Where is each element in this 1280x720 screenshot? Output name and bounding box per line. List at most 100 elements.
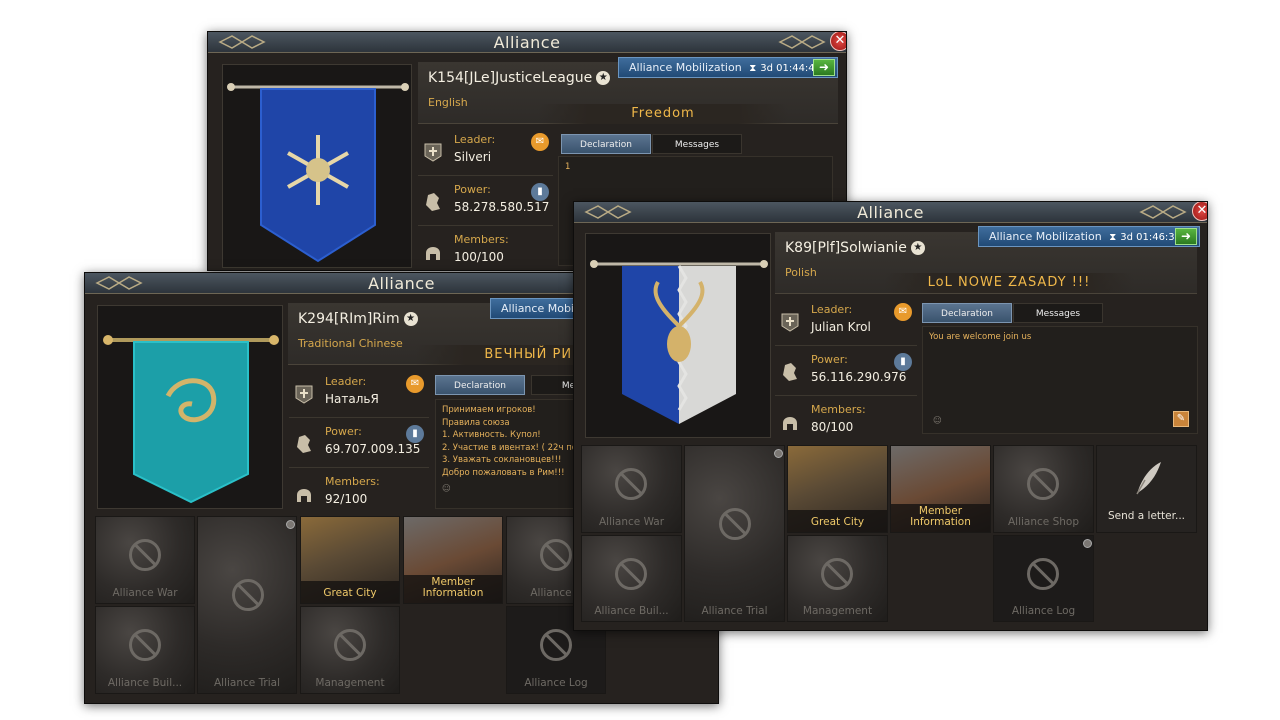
close-icon[interactable]: ✕ bbox=[830, 32, 846, 51]
no-entry-icon bbox=[540, 539, 572, 571]
tile-alliance-trial[interactable]: Alliance Trial bbox=[197, 516, 297, 694]
no-entry-icon bbox=[232, 579, 264, 611]
alliance-name: K154[JLe]JusticeLeague ★ bbox=[428, 70, 611, 86]
tile-label: Alliance War bbox=[598, 516, 665, 528]
no-entry-icon bbox=[1027, 558, 1059, 590]
tile-label: Great City bbox=[323, 587, 377, 599]
no-entry-icon bbox=[129, 629, 161, 661]
tile-alliance-trial[interactable]: Alliance Trial bbox=[684, 445, 785, 622]
leader-icon bbox=[295, 385, 313, 404]
tile-label: Management bbox=[802, 605, 873, 617]
tile-label: Alliance Log bbox=[1011, 605, 1076, 617]
edit-icon[interactable]: ✎ bbox=[1173, 411, 1189, 427]
power-stat: Power: 56.116.290.976 ▮ bbox=[775, 347, 917, 395]
tile-label: Great City bbox=[810, 516, 865, 528]
tile-great-city[interactable]: Great City bbox=[300, 516, 400, 604]
tile-member-information[interactable]: Member Information bbox=[403, 516, 503, 604]
no-entry-icon bbox=[334, 629, 366, 661]
notification-dot bbox=[774, 449, 783, 458]
quill-icon bbox=[1136, 462, 1161, 495]
emoji-icon[interactable]: ☺ bbox=[933, 415, 942, 428]
tile-great-city[interactable]: Great City bbox=[787, 445, 888, 533]
no-entry-icon bbox=[719, 508, 751, 540]
chart-icon[interactable]: ▮ bbox=[406, 425, 424, 443]
tab-declaration[interactable]: Declaration bbox=[561, 134, 651, 154]
tile-alliance-building[interactable]: Alliance Buil... bbox=[581, 535, 682, 622]
tile-alliance-war[interactable]: Alliance War bbox=[581, 445, 682, 533]
tile-management[interactable]: Management bbox=[300, 606, 400, 694]
tile-send-letter[interactable]: Send a letter... bbox=[1096, 445, 1197, 533]
alliance-language: Traditional Chinese bbox=[298, 337, 403, 350]
no-entry-icon bbox=[615, 558, 647, 590]
hourglass-icon: ⧗ bbox=[1109, 232, 1117, 243]
mail-icon[interactable]: ✉ bbox=[406, 375, 424, 393]
ornament-icon bbox=[95, 276, 143, 290]
info-tabs: Declaration Messages bbox=[561, 134, 746, 154]
tab-declaration[interactable]: Declaration bbox=[435, 375, 525, 395]
alliance-slogan: LoL NOWE ZASADY !!! bbox=[884, 273, 1134, 293]
declaration-line: 1 bbox=[565, 162, 571, 172]
alliance-slogan: Freedom bbox=[538, 104, 788, 124]
tile-management[interactable]: Management bbox=[787, 535, 888, 622]
no-entry-icon bbox=[615, 468, 647, 500]
power-icon bbox=[783, 363, 797, 381]
ornament-icon bbox=[584, 205, 632, 219]
tab-messages[interactable]: Messages bbox=[652, 134, 742, 154]
alliance-banner bbox=[97, 305, 283, 509]
no-entry-icon bbox=[129, 539, 161, 571]
leader-value: Silveri bbox=[454, 150, 492, 164]
divider bbox=[775, 345, 917, 346]
tile-alliance-shop[interactable]: Alliance Shop bbox=[993, 445, 1094, 533]
leader-stat: Leader: НатальЯ ✉ bbox=[289, 369, 429, 417]
ornament-icon bbox=[778, 35, 826, 49]
tile-member-information[interactable]: Member Information bbox=[890, 445, 991, 533]
power-stat: Power: 69.707.009.135 ▮ bbox=[289, 419, 429, 467]
power-icon bbox=[297, 435, 311, 453]
info-tabs: Declaration Messages bbox=[922, 303, 1107, 323]
leader-label: Leader: bbox=[454, 133, 496, 146]
power-value: 69.707.009.135 bbox=[325, 442, 421, 456]
arrow-right-icon[interactable]: ➜ bbox=[813, 59, 835, 76]
chart-icon[interactable]: ▮ bbox=[531, 183, 549, 201]
members-icon bbox=[426, 247, 440, 260]
ornament-icon bbox=[218, 35, 266, 49]
tab-declaration[interactable]: Declaration bbox=[922, 303, 1012, 323]
window-title: Alliance bbox=[493, 33, 561, 52]
leader-stat: Leader: Silveri ✉ bbox=[418, 127, 553, 175]
dragon-banner-icon bbox=[103, 335, 279, 504]
power-value: 58.278.580.517 bbox=[454, 200, 550, 214]
no-entry-icon bbox=[1027, 468, 1059, 500]
mail-icon[interactable]: ✉ bbox=[894, 303, 912, 321]
tile-label: Alliance War bbox=[112, 587, 178, 599]
tile-label: Management bbox=[315, 677, 385, 689]
star-icon[interactable]: ★ bbox=[910, 241, 925, 255]
close-icon[interactable]: ✕ bbox=[1192, 202, 1207, 221]
mail-icon[interactable]: ✉ bbox=[531, 133, 549, 151]
tab-messages[interactable]: Messages bbox=[1013, 303, 1103, 323]
divider bbox=[289, 417, 429, 418]
star-icon[interactable]: ★ bbox=[403, 312, 418, 326]
members-label: Members: bbox=[325, 475, 380, 488]
tile-alliance-war[interactable]: Alliance War bbox=[95, 516, 195, 604]
arrow-right-icon[interactable]: ➜ bbox=[1175, 228, 1197, 245]
alliance-mobilization-banner[interactable]: Alliance Mobilization ⧗ 3d 01:44:47 ➜ bbox=[618, 57, 838, 78]
alliance-banner bbox=[222, 64, 412, 268]
leader-icon bbox=[781, 313, 799, 332]
leader-value: НатальЯ bbox=[325, 392, 379, 406]
tile-alliance-building[interactable]: Alliance Buil... bbox=[95, 606, 195, 694]
star-icon[interactable]: ★ bbox=[596, 71, 611, 85]
ornament-icon bbox=[1139, 205, 1187, 219]
notification-dot bbox=[286, 520, 295, 529]
members-label: Members: bbox=[454, 233, 509, 246]
tile-alliance-log[interactable]: Alliance Log bbox=[993, 535, 1094, 622]
tile-label: Alliance Buil... bbox=[107, 677, 183, 689]
members-icon bbox=[783, 417, 797, 430]
mobilization-timer: 3d 01:46:31 bbox=[1120, 232, 1182, 243]
alliance-language: English bbox=[428, 96, 468, 109]
no-entry-icon bbox=[821, 558, 853, 590]
chart-icon[interactable]: ▮ bbox=[894, 353, 912, 371]
leader-label: Leader: bbox=[811, 303, 853, 316]
power-stat: Power: 58.278.580.517 ▮ bbox=[418, 177, 553, 225]
alliance-mobilization-banner[interactable]: Alliance Mobilization ⧗ 3d 01:46:31 ➜ bbox=[978, 226, 1200, 247]
leader-value: Julian Krol bbox=[811, 320, 871, 334]
